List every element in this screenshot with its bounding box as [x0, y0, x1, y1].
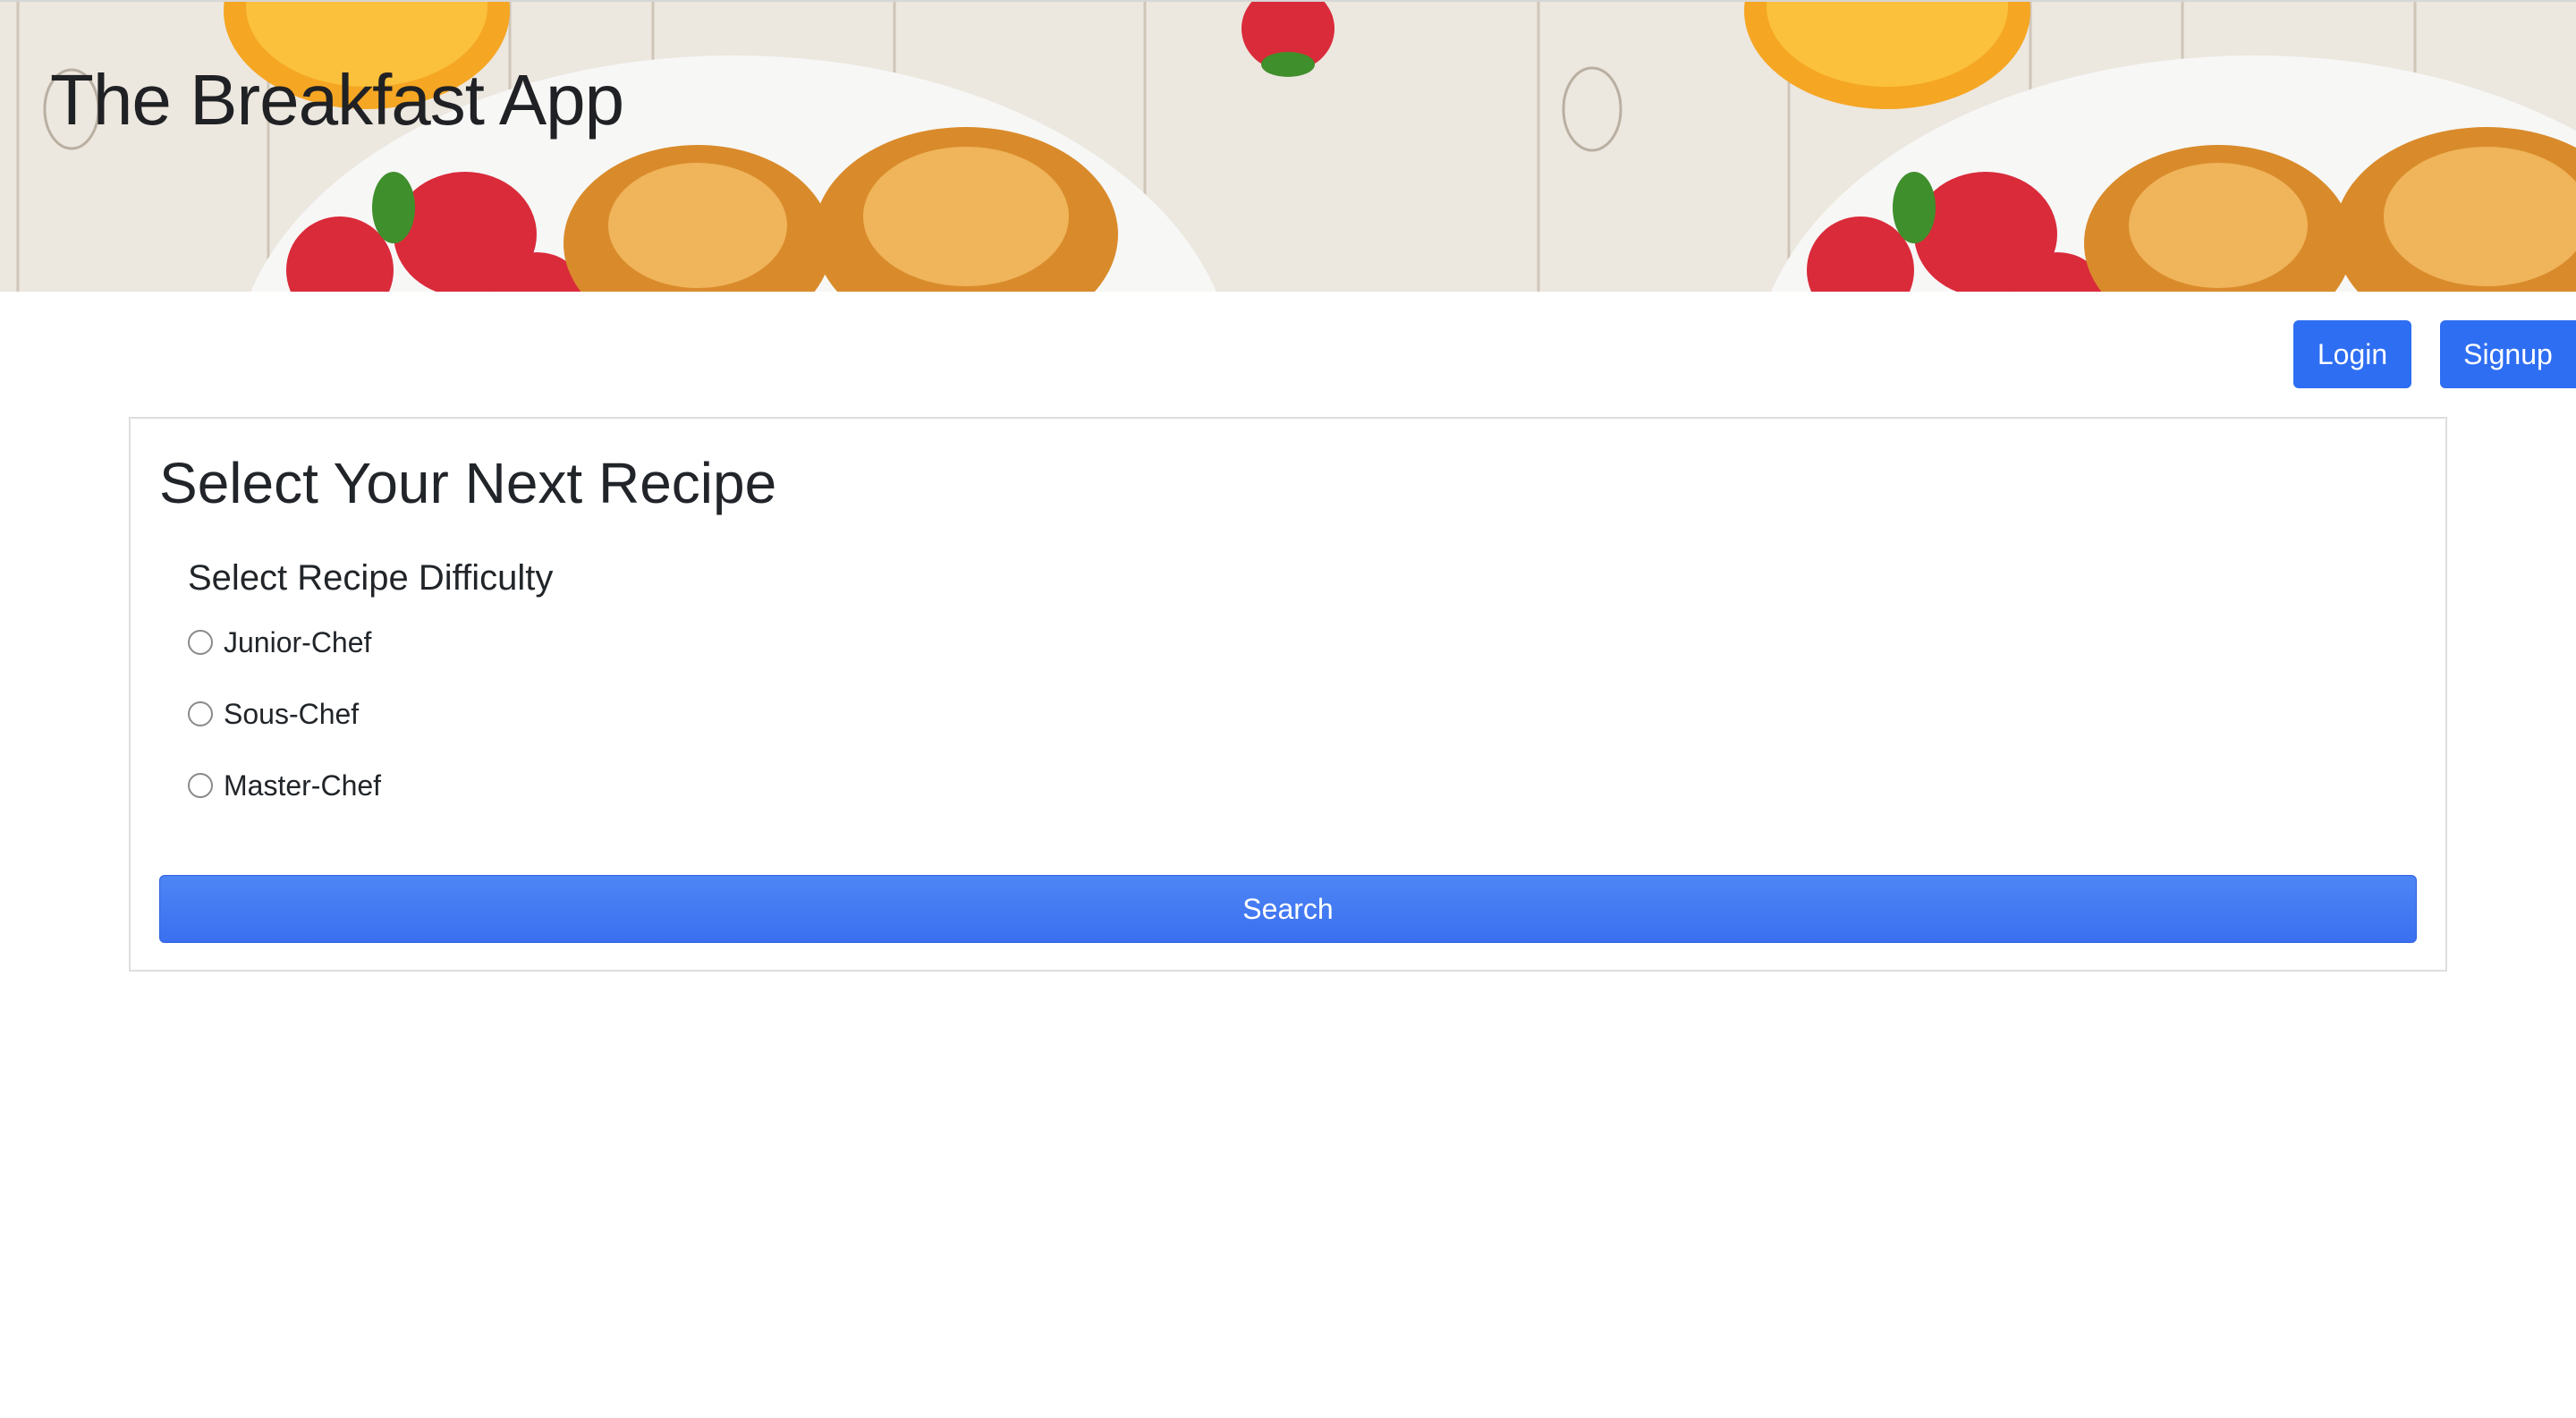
radio-button[interactable]: [188, 773, 213, 798]
search-button[interactable]: Search: [159, 875, 2417, 943]
recipe-card: Select Your Next Recipe Select Recipe Di…: [129, 417, 2447, 972]
radio-option-sous-chef[interactable]: Sous-Chef: [188, 694, 359, 734]
radio-button[interactable]: [188, 701, 213, 726]
radio-label: Sous-Chef: [224, 697, 360, 730]
banner-image: [0, 2, 2576, 292]
login-button[interactable]: Login: [2293, 320, 2411, 388]
signup-button[interactable]: Signup: [2440, 320, 2576, 388]
header-banner: The Breakfast App: [0, 0, 2576, 292]
radio-label: Master-Chef: [224, 768, 382, 802]
radio-option-junior-chef[interactable]: Junior-Chef: [188, 623, 371, 662]
app-title: The Breakfast App: [50, 60, 624, 140]
radio-button[interactable]: [188, 630, 213, 655]
card-title: Select Your Next Recipe: [159, 451, 777, 515]
difficulty-heading: Select Recipe Difficulty: [188, 558, 554, 598]
radio-label: Junior-Chef: [224, 625, 372, 658]
radio-option-master-chef[interactable]: Master-Chef: [188, 766, 381, 805]
